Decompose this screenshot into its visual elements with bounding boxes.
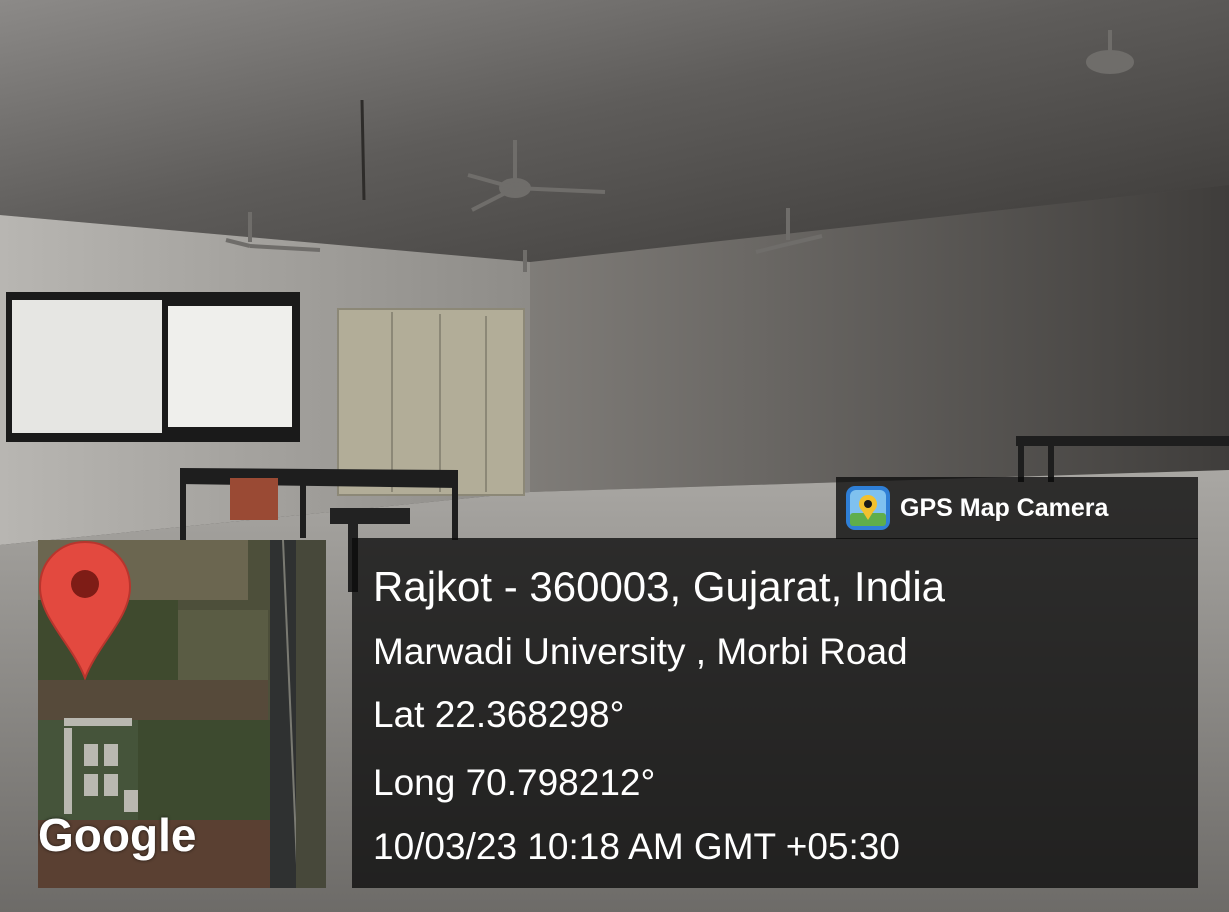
- latitude-line: Lat 22.368298°: [373, 694, 625, 735]
- map-camera-icon: [846, 486, 890, 530]
- gps-map-camera-badge: GPS Map Camera: [836, 477, 1198, 539]
- satellite-map-thumbnail: Google: [38, 540, 326, 888]
- timestamp-line: 10/03/23 10:18 AM GMT +05:30: [373, 826, 900, 867]
- address-line: Marwadi University , Morbi Road: [373, 631, 908, 672]
- longitude-line: Long 70.798212°: [373, 762, 656, 803]
- brand-label: GPS Map Camera: [900, 494, 1109, 522]
- city-line: Rajkot - 360003, Gujarat, India: [373, 563, 946, 610]
- map-pin-icon: [38, 540, 132, 680]
- google-logo: Google: [38, 809, 197, 861]
